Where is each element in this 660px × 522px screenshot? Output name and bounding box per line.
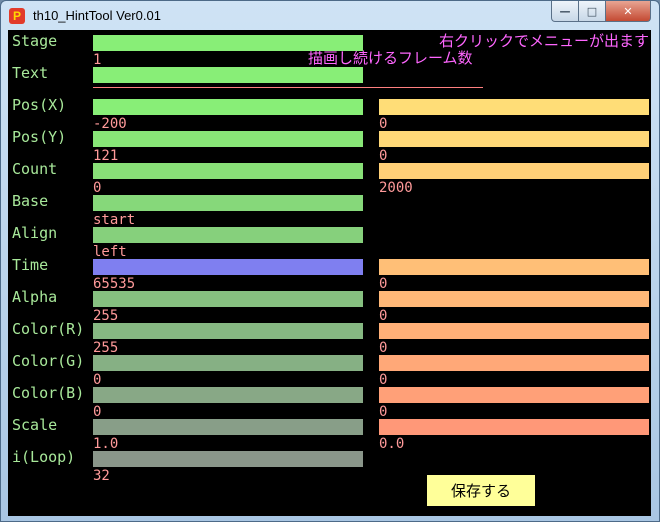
close-button[interactable]: ✕ [606, 1, 651, 22]
param-label-scale: Scale [12, 416, 58, 434]
param-label-text: Text [12, 64, 49, 82]
param-label-pos-x: Pos(X) [12, 96, 67, 114]
param-bar-text[interactable] [93, 67, 363, 83]
param-label-alpha: Alpha [12, 288, 58, 306]
param-value-alpha: 255 [93, 308, 119, 324]
param-bar-color-g[interactable] [93, 355, 363, 371]
param-bar-base[interactable] [93, 195, 363, 211]
param-label-color-r: Color(R) [12, 320, 85, 338]
param-bar-secondary-time[interactable] [379, 259, 649, 275]
param-value-color-b: 0 [93, 404, 102, 420]
param-value-color-r: 255 [93, 340, 119, 356]
param-value-count: 0 [93, 180, 102, 196]
param-value-secondary-pos-x: 0 [379, 116, 388, 132]
param-bar-secondary-color-g[interactable] [379, 355, 649, 371]
close-icon: ✕ [623, 4, 633, 18]
param-label-time: Time [12, 256, 49, 274]
param-bar-time[interactable] [93, 259, 363, 275]
param-label-color-b: Color(B) [12, 384, 85, 402]
param-bar-stage[interactable] [93, 35, 363, 51]
param-bar-alpha[interactable] [93, 291, 363, 307]
param-label-pos-y: Pos(Y) [12, 128, 67, 146]
param-label-base: Base [12, 192, 49, 210]
title-bar[interactable]: P th10_HintTool Ver0.01 — □ ✕ [1, 1, 659, 31]
param-value-secondary-alpha: 0 [379, 308, 388, 324]
minimize-icon: — [559, 4, 571, 18]
save-button[interactable]: 保存する [427, 475, 535, 506]
param-value-stage: 1 [93, 52, 102, 68]
param-value-scale: 1.0 [93, 436, 119, 452]
param-value-secondary-color-b: 0 [379, 404, 388, 420]
param-bar-secondary-alpha[interactable] [379, 291, 649, 307]
param-label-color-g: Color(G) [12, 352, 85, 370]
param-label-count: Count [12, 160, 58, 178]
param-bar-secondary-pos-y[interactable] [379, 131, 649, 147]
param-label-align: Align [12, 224, 58, 242]
param-label-stage: Stage [12, 32, 58, 50]
param-value-secondary-count: 2000 [379, 180, 413, 196]
param-value-secondary-pos-y: 0 [379, 148, 388, 164]
frame-count-hint: 描画し続けるフレーム数 [308, 49, 473, 67]
app-icon: P [9, 8, 25, 24]
param-bar-pos-x[interactable] [93, 99, 363, 115]
param-bar-count[interactable] [93, 163, 363, 179]
param-value-base: start [93, 212, 136, 228]
param-bar-pos-y[interactable] [93, 131, 363, 147]
hint-divider [93, 87, 483, 88]
minimize-button[interactable]: — [551, 1, 579, 22]
param-bar-secondary-color-b[interactable] [379, 387, 649, 403]
param-bar-color-r[interactable] [93, 323, 363, 339]
param-value-secondary-color-g: 0 [379, 372, 388, 388]
param-bar-i-loop[interactable] [93, 451, 363, 467]
window-title: th10_HintTool Ver0.01 [33, 8, 161, 23]
param-value-secondary-scale: 0.0 [379, 436, 405, 452]
param-value-secondary-time: 0 [379, 276, 388, 292]
caption-buttons: — □ ✕ [551, 1, 651, 22]
app-window: P th10_HintTool Ver0.01 — □ ✕ 右クリックでメニュー… [0, 0, 660, 522]
param-value-pos-x: -200 [93, 116, 127, 132]
context-menu-hint: 右クリックでメニューが出ます [438, 32, 649, 50]
param-label-i-loop: i(Loop) [12, 448, 76, 466]
param-value-time: 65535 [93, 276, 136, 292]
param-value-color-g: 0 [93, 372, 102, 388]
maximize-button[interactable]: □ [579, 1, 606, 22]
client-area[interactable]: 右クリックでメニューが出ます 描画し続けるフレーム数 Stage 1 Text Pos… [8, 30, 651, 516]
param-bar-scale[interactable] [93, 419, 363, 435]
param-value-pos-y: 121 [93, 148, 119, 164]
param-value-align: left [93, 244, 127, 260]
param-bar-secondary-pos-x[interactable] [379, 99, 649, 115]
param-bar-secondary-scale[interactable] [379, 419, 649, 435]
maximize-icon: □ [586, 4, 598, 18]
param-bar-secondary-color-r[interactable] [379, 323, 649, 339]
param-bar-align[interactable] [93, 227, 363, 243]
param-bar-secondary-count[interactable] [379, 163, 649, 179]
param-bar-color-b[interactable] [93, 387, 363, 403]
param-value-secondary-color-r: 0 [379, 340, 388, 356]
param-value-i-loop: 32 [93, 468, 110, 484]
